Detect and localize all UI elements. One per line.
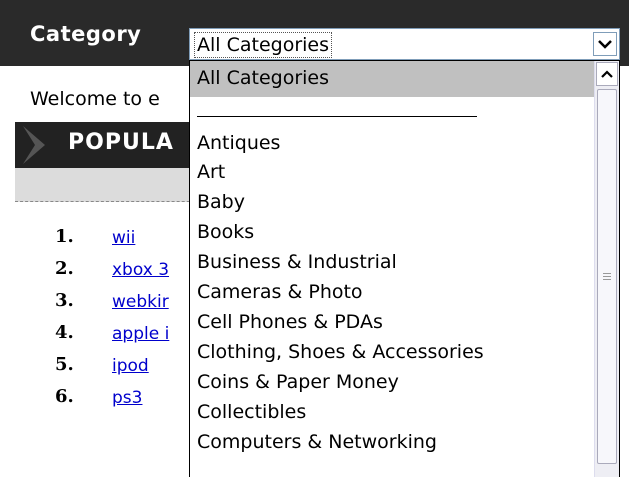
dropdown-option[interactable]: Cell Phones & PDAs — [197, 311, 383, 333]
dropdown-option[interactable]: Clothing, Shoes & Accessories — [197, 341, 484, 363]
dropdown-option[interactable]: Antiques — [197, 132, 280, 154]
dropdown-option[interactable]: Coins & Paper Money — [197, 371, 399, 393]
popular-search-link[interactable]: ipod — [112, 356, 149, 376]
category-select[interactable]: All Categories — [189, 28, 620, 60]
rank-number: 4. — [55, 322, 74, 343]
dropdown-option[interactable]: Books — [197, 221, 254, 243]
popular-search-link[interactable]: webkir — [112, 292, 169, 312]
scroll-up-icon[interactable] — [596, 62, 618, 86]
dropdown-option-all-categories[interactable]: All Categories — [197, 67, 329, 89]
rank-number: 2. — [55, 258, 74, 279]
dropdown-option[interactable]: Business & Industrial — [197, 251, 397, 273]
popular-search-link[interactable]: ps3 — [112, 388, 142, 408]
scroll-grip-icon — [603, 273, 611, 280]
dropdown-option[interactable]: Computers & Networking — [197, 431, 437, 453]
chevron-down-icon[interactable] — [593, 32, 617, 56]
dropdown-option[interactable]: Cameras & Photo — [197, 281, 363, 303]
dropdown-option[interactable]: Baby — [197, 191, 245, 213]
rank-number: 3. — [55, 290, 74, 311]
dropdown-scrollbar[interactable] — [594, 61, 619, 477]
popular-search-link[interactable]: apple i — [112, 324, 169, 344]
popular-subheader — [15, 168, 215, 202]
category-select-value[interactable]: All Categories — [194, 32, 333, 58]
rank-number: 1. — [55, 226, 74, 247]
dropdown-option[interactable]: Art — [197, 161, 225, 183]
welcome-text: Welcome to e — [30, 88, 160, 110]
chevron-right-icon — [23, 126, 45, 164]
category-header: Category All Categories — [0, 0, 629, 66]
category-label: Category — [30, 22, 142, 46]
popular-title: POPULA — [68, 130, 174, 155]
rank-number: 6. — [55, 386, 74, 407]
scrollbar-thumb[interactable] — [597, 89, 617, 464]
option-separator — [197, 116, 477, 117]
rank-number: 5. — [55, 354, 74, 375]
category-dropdown-list[interactable]: All Categories Antiques Art Baby Books B… — [189, 60, 620, 477]
popular-search-link[interactable]: wii — [112, 228, 135, 248]
popular-search-link[interactable]: xbox 3 — [112, 260, 169, 280]
dropdown-option[interactable]: Collectibles — [197, 401, 306, 423]
